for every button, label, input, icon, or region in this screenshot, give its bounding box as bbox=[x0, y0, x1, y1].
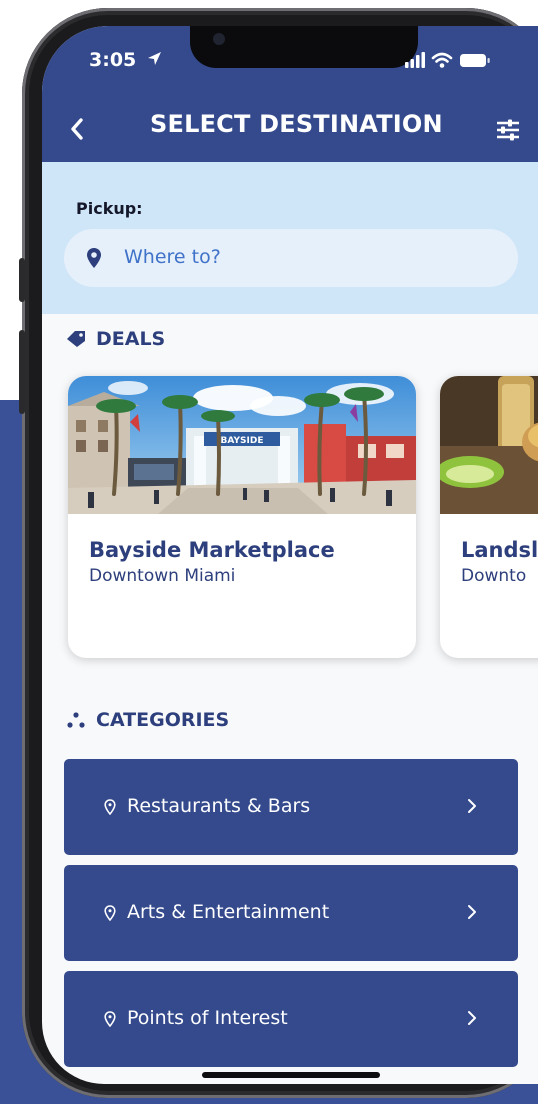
pickup-section: Pickup: Where to? bbox=[42, 162, 538, 314]
deal-card-title: Bayside Marketplace bbox=[89, 538, 335, 562]
app-screen: 3:05 SELECT DESTINATION Pickup: Where to… bbox=[42, 26, 538, 1084]
signal-icon bbox=[405, 52, 425, 68]
home-indicator[interactable] bbox=[202, 1072, 380, 1078]
map-pin-icon bbox=[104, 905, 116, 921]
camera-icon bbox=[213, 33, 225, 45]
wifi-icon bbox=[431, 52, 453, 68]
nav-bar: SELECT DESTINATION bbox=[42, 98, 538, 162]
map-pin-icon bbox=[87, 248, 101, 268]
category-label: Restaurants & Bars bbox=[127, 795, 311, 817]
chevron-right-icon bbox=[468, 799, 476, 813]
category-label: Arts & Entertainment bbox=[127, 901, 330, 923]
deal-card-subtitle: Downtown Miami bbox=[89, 566, 236, 586]
category-label: Points of Interest bbox=[127, 1007, 288, 1029]
phone-side-button bbox=[19, 330, 25, 414]
deal-card-subtitle: Downto bbox=[461, 566, 527, 586]
page-title: SELECT DESTINATION bbox=[150, 110, 443, 138]
dots-icon bbox=[67, 712, 85, 728]
system-status-icons bbox=[405, 52, 490, 68]
map-pin-icon bbox=[104, 1011, 116, 1027]
notch bbox=[190, 26, 418, 68]
location-arrow-icon bbox=[147, 49, 162, 71]
status-time: 3:05 bbox=[89, 49, 162, 71]
deal-image bbox=[440, 376, 538, 514]
phone-side-button bbox=[19, 258, 25, 302]
status-bar: 3:05 bbox=[42, 26, 538, 98]
deals-heading-text: DEALS bbox=[96, 328, 166, 350]
map-pin-icon bbox=[104, 799, 116, 815]
status-time-text: 3:05 bbox=[89, 49, 137, 71]
deal-image: BAYSIDE bbox=[68, 376, 416, 514]
pickup-label: Pickup: bbox=[76, 199, 143, 218]
destination-search-input[interactable]: Where to? bbox=[64, 229, 518, 287]
deal-card-title: Landsl bbox=[461, 538, 538, 562]
search-placeholder: Where to? bbox=[124, 246, 221, 268]
tag-icon bbox=[67, 331, 85, 347]
deals-heading: DEALS bbox=[66, 328, 165, 350]
category-arts-entertainment[interactable]: Arts & Entertainment bbox=[64, 865, 518, 961]
chevron-right-icon bbox=[468, 1011, 476, 1025]
back-chevron-icon[interactable] bbox=[64, 114, 94, 144]
battery-icon bbox=[460, 54, 490, 67]
filter-icon[interactable] bbox=[494, 116, 522, 144]
deal-card[interactable]: Landsl Downto bbox=[440, 376, 538, 658]
categories-heading-text: CATEGORIES bbox=[96, 709, 230, 731]
bayside-sign: BAYSIDE bbox=[221, 436, 264, 446]
chevron-right-icon bbox=[468, 905, 476, 919]
category-restaurants-bars[interactable]: Restaurants & Bars bbox=[64, 759, 518, 855]
deal-card[interactable]: BAYSIDE Bayside Marketplace Downtown Mia… bbox=[68, 376, 416, 658]
categories-heading: CATEGORIES bbox=[66, 709, 229, 731]
category-points-of-interest[interactable]: Points of Interest bbox=[64, 971, 518, 1067]
